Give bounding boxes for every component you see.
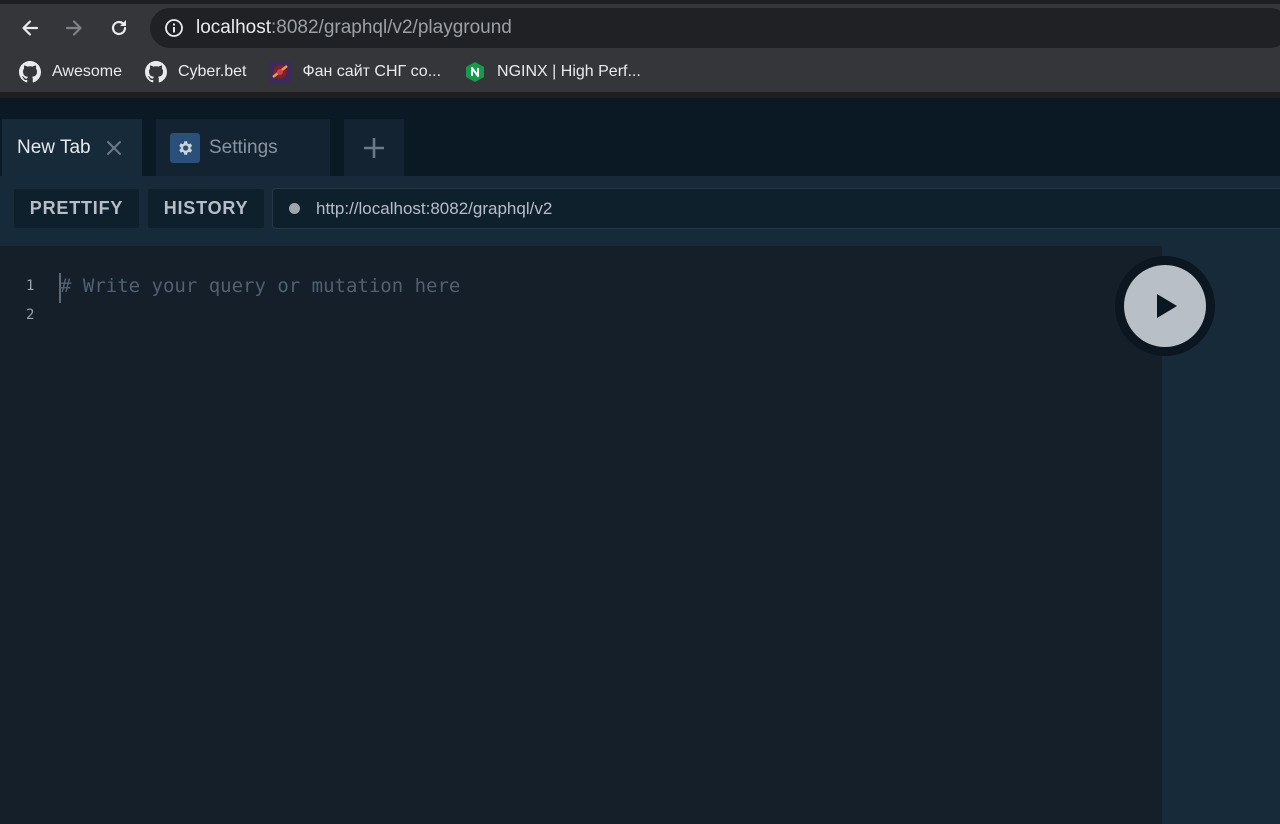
- graphql-playground: New Tab Settings PRETTIFY HISTORY 1 2 # …: [0, 98, 1280, 824]
- gear-icon: [170, 132, 200, 163]
- site-favicon: [268, 60, 292, 84]
- line-number: 1: [26, 278, 35, 294]
- reload-button[interactable]: [103, 12, 135, 44]
- bookmark-label: Фан сайт СНГ со...: [302, 63, 442, 80]
- tab-bar: New Tab Settings: [0, 98, 1280, 176]
- close-icon[interactable]: [105, 139, 123, 157]
- editor-placeholder: # Write your query or mutation here: [60, 275, 461, 297]
- arrow-right-icon: [65, 20, 82, 36]
- tab-label: Settings: [209, 136, 278, 158]
- bookmark-cyber-bet[interactable]: Cyber.bet: [144, 60, 246, 84]
- bookmarks-bar: Awesome Cyber.bet Фан сайт СНГ со... NGI…: [0, 52, 1280, 92]
- query-editor[interactable]: 1 2 # Write your query or mutation here: [0, 246, 1162, 824]
- tab-settings[interactable]: Settings: [156, 119, 330, 176]
- reload-icon: [111, 20, 127, 36]
- nginx-icon: [463, 60, 487, 84]
- plus-icon: [364, 137, 384, 158]
- add-tab-button[interactable]: [344, 119, 404, 176]
- url-path: :8082/graphql/v2/playground: [271, 17, 512, 38]
- bookmark-awesome[interactable]: Awesome: [18, 60, 122, 84]
- status-dot: [289, 203, 300, 214]
- back-button[interactable]: [14, 12, 46, 44]
- run-button-face: [1124, 265, 1206, 347]
- github-icon: [18, 60, 42, 84]
- bookmark-label: Cyber.bet: [177, 63, 247, 80]
- bookmark-fan-site[interactable]: Фан сайт СНГ со...: [268, 60, 441, 84]
- play-icon: [1157, 294, 1177, 318]
- tab-label: New Tab: [17, 136, 91, 158]
- endpoint-bar: [272, 188, 1280, 229]
- bookmark-label: Awesome: [52, 63, 122, 80]
- url-text[interactable]: localhost:8082/graphql/v2/playground: [196, 17, 512, 39]
- run-query-button[interactable]: [1115, 256, 1215, 356]
- browser-toolbar: localhost:8082/graphql/v2/playground: [0, 0, 1280, 52]
- editor-toolbar: PRETTIFY HISTORY: [0, 176, 1280, 246]
- bookmark-nginx[interactable]: NGINX | High Perf...: [463, 60, 641, 84]
- line-number: 2: [26, 307, 35, 323]
- url-host: localhost: [196, 17, 271, 38]
- address-bar[interactable]: localhost:8082/graphql/v2/playground: [150, 8, 1280, 48]
- info-circle-icon[interactable]: [164, 18, 184, 38]
- endpoint-input[interactable]: [316, 198, 1216, 219]
- tab-new-tab[interactable]: New Tab: [2, 119, 142, 176]
- forward-button[interactable]: [58, 12, 90, 44]
- history-button[interactable]: HISTORY: [148, 189, 264, 228]
- bookmark-label: NGINX | High Perf...: [497, 63, 641, 80]
- line-gutter: 1 2: [0, 276, 48, 334]
- github-icon: [144, 60, 168, 84]
- arrow-left-icon: [22, 20, 39, 36]
- prettify-button[interactable]: PRETTIFY: [14, 189, 139, 228]
